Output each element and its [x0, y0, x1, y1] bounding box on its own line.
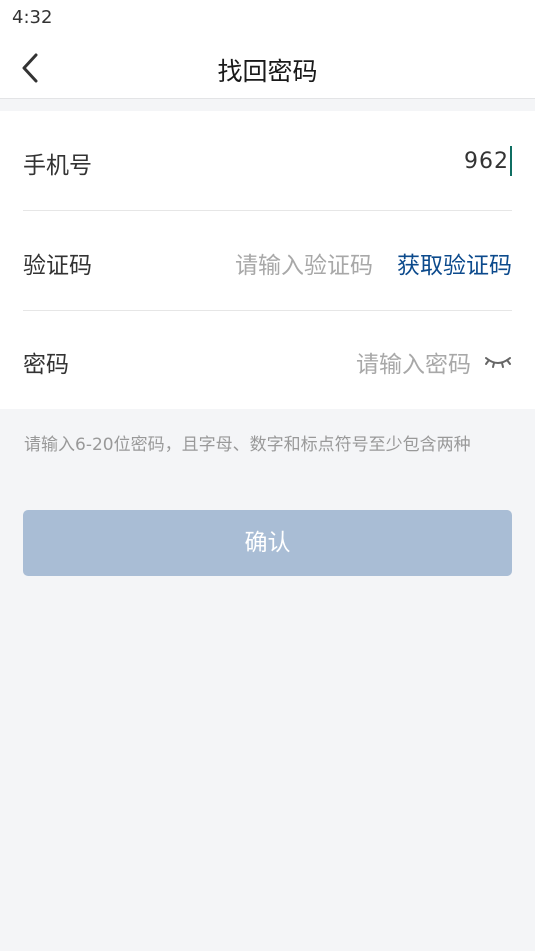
phone-label: 手机号 [23, 153, 92, 179]
eye-closed-icon [485, 357, 511, 368]
form-card: 手机号 962 验证码 请输入验证码 获取验证码 密码 请输入密码 [0, 111, 535, 409]
confirm-button[interactable]: 确认 [23, 510, 512, 576]
phone-value: 962 [464, 148, 509, 174]
text-cursor [510, 146, 512, 176]
get-code-button[interactable]: 获取验证码 [397, 246, 512, 280]
status-bar: 4:32 [0, 0, 535, 38]
password-row: 密码 请输入密码 [23, 311, 512, 409]
password-hint: 请输入6-20位密码，且字母、数字和标点符号至少包含两种 [24, 435, 471, 455]
code-label: 验证码 [23, 253, 92, 279]
password-input[interactable]: 请输入密码 [356, 345, 471, 379]
phone-input[interactable]: 962 [464, 145, 512, 177]
status-time: 4:32 [12, 7, 53, 28]
code-input[interactable]: 请输入验证码 [235, 246, 373, 280]
password-label: 密码 [23, 352, 69, 378]
header: 找回密码 [0, 38, 535, 99]
code-row: 验证码 请输入验证码 获取验证码 [23, 211, 512, 311]
password-visibility-toggle[interactable] [484, 349, 512, 373]
page-title: 找回密码 [217, 57, 318, 86]
phone-row: 手机号 962 [23, 111, 512, 211]
